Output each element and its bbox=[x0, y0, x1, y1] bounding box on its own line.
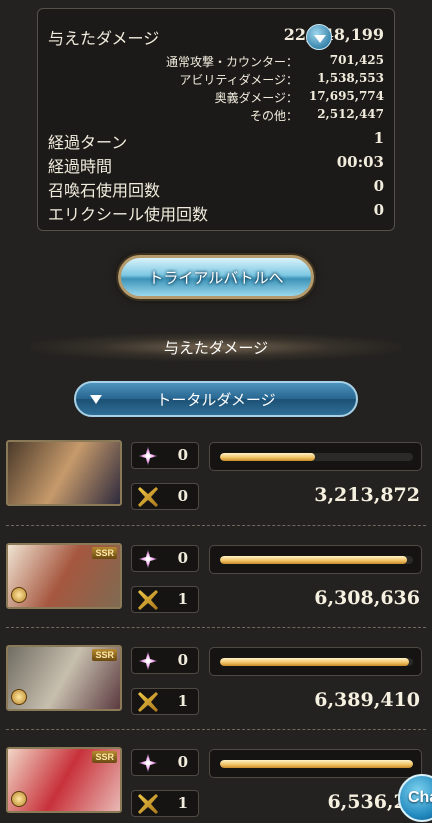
sparkle-icon bbox=[138, 549, 158, 569]
stat-value: 0 bbox=[373, 177, 384, 195]
stat-label: 経過ターン bbox=[48, 133, 128, 152]
ability-count-badge: 0 bbox=[131, 749, 199, 776]
element-icon bbox=[11, 791, 27, 807]
ability-count: 0 bbox=[177, 549, 188, 567]
character-portrait[interactable]: SSR bbox=[6, 543, 122, 609]
character-portrait[interactable] bbox=[6, 440, 122, 506]
trial-battle-label: トライアルバトルへ bbox=[148, 268, 284, 287]
ougi-count-badge: 1 bbox=[131, 790, 199, 817]
ougi-count: 0 bbox=[177, 487, 188, 505]
stat-row: 経過時間 00:03 bbox=[38, 153, 394, 176]
ability-count-badge: 0 bbox=[131, 545, 199, 572]
ability-count-badge: 0 bbox=[131, 442, 199, 469]
damage-bar bbox=[209, 749, 422, 778]
damage-bar-fill bbox=[220, 658, 410, 666]
ability-count: 0 bbox=[177, 753, 188, 771]
ougi-count-badge: 1 bbox=[131, 688, 199, 715]
total-damage-value: 22,448,199 bbox=[283, 25, 384, 44]
crossed-swords-icon bbox=[138, 590, 158, 610]
chevron-down-icon bbox=[90, 395, 102, 404]
character-row: SSR 0 1 6,308,636 bbox=[0, 543, 432, 647]
stat-label: 召喚石使用回数 bbox=[48, 181, 161, 200]
ougi-count-badge: 0 bbox=[131, 483, 199, 510]
stat-label: 経過時間 bbox=[48, 157, 113, 176]
damage-bar-fill bbox=[220, 760, 413, 768]
element-icon bbox=[11, 587, 27, 603]
section-title: 与えたダメージ bbox=[30, 333, 402, 361]
sparkle-icon bbox=[138, 651, 158, 671]
damage-bar-fill bbox=[220, 556, 408, 564]
character-portrait[interactable]: SSR bbox=[6, 747, 122, 813]
damage-bar bbox=[209, 545, 422, 574]
crossed-swords-icon bbox=[138, 487, 158, 507]
damage-type-select[interactable]: トータルダメージ bbox=[74, 381, 358, 417]
total-damage-label: 与えたダメージ bbox=[48, 29, 160, 48]
ability-count: 0 bbox=[177, 651, 188, 669]
breakdown-value: 1,538,553 bbox=[317, 71, 384, 85]
character-damage: 6,308,636 bbox=[314, 587, 420, 609]
breakdown-value: 2,512,447 bbox=[317, 107, 384, 121]
crossed-swords-icon bbox=[138, 794, 158, 814]
character-row: 0 0 3,213,872 bbox=[0, 440, 432, 544]
breakdown-label: その他： bbox=[249, 109, 298, 123]
stat-label: エリクシール使用回数 bbox=[48, 205, 209, 224]
ssr-badge: SSR bbox=[92, 547, 117, 559]
character-portrait[interactable]: SSR bbox=[6, 645, 122, 711]
breakdown-toggle-button[interactable] bbox=[306, 24, 332, 50]
ougi-count: 1 bbox=[177, 692, 188, 710]
chat-label: Cha bbox=[408, 789, 432, 806]
breakdown-label: アビリティダメージ： bbox=[179, 73, 298, 87]
stat-row: 経過ターン 1 bbox=[38, 129, 394, 152]
breakdown-label: 奥義ダメージ： bbox=[214, 91, 298, 105]
character-damage: 3,213,872 bbox=[314, 484, 420, 506]
character-row: SSR 0 1 6,536,28 bbox=[0, 747, 432, 823]
damage-bar bbox=[209, 442, 422, 471]
sparkle-icon bbox=[138, 753, 158, 773]
damage-bar-fill bbox=[220, 453, 315, 461]
ssr-badge: SSR bbox=[92, 751, 117, 763]
section-title-text: 与えたダメージ bbox=[163, 338, 269, 357]
stat-value: 00:03 bbox=[336, 153, 384, 171]
total-damage-row: 与えたダメージ 22,448,199 bbox=[38, 25, 394, 48]
trial-battle-button[interactable]: トライアルバトルへ bbox=[118, 255, 314, 299]
breakdown-row: その他： 2,512,447 bbox=[38, 107, 394, 129]
element-icon bbox=[11, 689, 27, 705]
breakdown-value: 701,425 bbox=[329, 53, 384, 67]
ougi-count-badge: 1 bbox=[131, 586, 199, 613]
damage-bar-track bbox=[220, 658, 413, 666]
breakdown-value: 17,695,774 bbox=[308, 89, 384, 103]
ssr-badge: SSR bbox=[92, 649, 117, 661]
damage-bar-track bbox=[220, 453, 413, 461]
sparkle-icon bbox=[138, 446, 158, 466]
damage-bar-track bbox=[220, 556, 413, 564]
damage-summary-panel: 与えたダメージ 22,448,199 通常攻撃・カウンター： 701,425 ア… bbox=[37, 8, 395, 231]
character-row: SSR 0 1 6,389,410 bbox=[0, 645, 432, 749]
ougi-count: 1 bbox=[177, 794, 188, 812]
crossed-swords-icon bbox=[138, 692, 158, 712]
ability-count-badge: 0 bbox=[131, 647, 199, 674]
damage-bar bbox=[209, 647, 422, 676]
ability-count: 0 bbox=[177, 446, 188, 464]
stat-row: エリクシール使用回数 0 bbox=[38, 201, 394, 224]
ougi-count: 1 bbox=[177, 590, 188, 608]
stat-row: 召喚石使用回数 0 bbox=[38, 177, 394, 200]
stat-value: 1 bbox=[373, 129, 384, 147]
damage-type-label: トータルダメージ bbox=[156, 390, 276, 409]
damage-bar-track bbox=[220, 760, 413, 768]
character-damage: 6,389,410 bbox=[314, 689, 420, 711]
breakdown-label: 通常攻撃・カウンター： bbox=[165, 55, 298, 69]
stat-value: 0 bbox=[373, 201, 384, 219]
